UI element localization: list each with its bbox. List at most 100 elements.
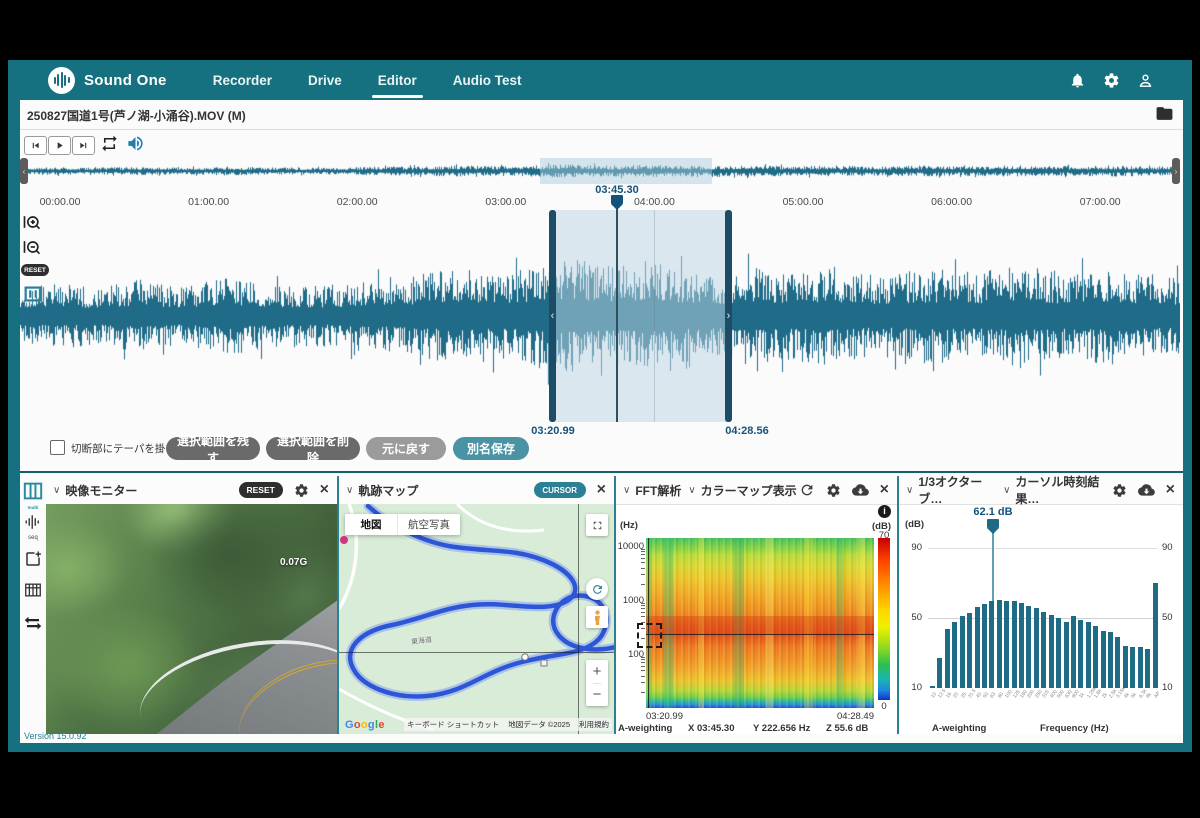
speaker-volume-icon[interactable] xyxy=(126,134,145,158)
zoom-to-selection-icon[interactable] xyxy=(22,283,44,310)
map-close-icon[interactable]: × xyxy=(597,481,606,499)
selection-left-handle[interactable]: ‹ xyxy=(549,210,556,422)
playhead-marker[interactable] xyxy=(611,195,623,210)
map-terms-link[interactable]: 利用規約 xyxy=(579,719,609,730)
overview-right-handle[interactable]: › xyxy=(1172,158,1180,184)
settings-gear-icon[interactable] xyxy=(1103,72,1120,89)
ruler-tick: 05:00.00 xyxy=(773,196,833,208)
octave-close-icon[interactable]: × xyxy=(1166,481,1175,499)
save-as-button[interactable]: 別名保存 xyxy=(453,437,529,460)
map-cursor-mode-badge[interactable]: CURSOR xyxy=(534,482,586,498)
octave-bar xyxy=(952,622,957,688)
fft-auto-refresh-icon[interactable] xyxy=(799,482,815,498)
open-folder-icon[interactable] xyxy=(1154,104,1175,128)
octave-download-cloud-icon[interactable] xyxy=(1138,483,1155,497)
octave-panel-header: ∨ 1/3オクターブ… ∨ カーソル時刻結果… × xyxy=(899,476,1183,505)
keep-selection-button[interactable]: 選択範囲を残す xyxy=(166,437,260,460)
map-zoom-out-button[interactable]: − xyxy=(593,683,602,707)
sidebar-item-swap-panels[interactable] xyxy=(20,614,46,635)
fft-mode-chevron-icon[interactable]: ∨ xyxy=(688,485,695,496)
user-account-icon[interactable] xyxy=(1137,72,1154,89)
info-icon[interactable]: i xyxy=(878,505,891,518)
map-pegman-icon[interactable] xyxy=(586,606,608,628)
map-type-control: 地図 航空写真 xyxy=(345,514,460,535)
octave-bar xyxy=(1012,601,1017,688)
octave-bar xyxy=(989,601,994,689)
octave-bar xyxy=(982,604,987,688)
fft-ytick-1000: 1000 xyxy=(612,595,644,606)
map-recenter-button[interactable] xyxy=(586,578,608,600)
fft-download-cloud-icon[interactable] xyxy=(852,483,869,497)
selection-end-label: 04:28.56 xyxy=(725,425,768,437)
fft-settings-gear-icon[interactable] xyxy=(826,483,841,498)
fft-minor-tick xyxy=(641,612,645,613)
zoom-in-horizontal-icon[interactable] xyxy=(22,212,42,237)
map-cursor-hline xyxy=(339,652,614,653)
dock-divider xyxy=(20,471,1183,473)
fft-minor-tick xyxy=(641,616,645,617)
video-settings-gear-icon[interactable] xyxy=(294,483,309,498)
zoom-reset-button[interactable]: RESET xyxy=(21,264,49,276)
video-collapse-chevron-icon[interactable]: ∨ xyxy=(53,485,60,496)
selection-right-handle[interactable]: › xyxy=(725,210,732,422)
octave-bar xyxy=(1138,647,1143,688)
skip-to-end-button[interactable] xyxy=(72,136,95,155)
fft-minor-tick xyxy=(641,603,645,604)
octave-bar-chart[interactable] xyxy=(928,548,1158,688)
octave-cursor-marker[interactable] xyxy=(987,519,999,534)
map-collapse-chevron-icon[interactable]: ∨ xyxy=(346,485,353,496)
octave-ytick-10-left: 10 xyxy=(904,682,922,693)
skip-to-start-button[interactable] xyxy=(24,136,47,155)
fft-minor-tick xyxy=(641,659,645,660)
map-panel-header: ∨ 軌跡マップ CURSOR × xyxy=(339,476,614,505)
delete-selection-button[interactable]: 選択範囲を削除 xyxy=(266,437,360,460)
nav-editor[interactable]: Editor xyxy=(378,60,417,100)
zoom-out-horizontal-icon[interactable] xyxy=(22,237,42,262)
map-shortcuts-link[interactable]: キーボード ショートカット xyxy=(407,719,499,730)
sidebar-item-sequence[interactable]: seq xyxy=(20,514,46,541)
spectrogram-plot[interactable] xyxy=(646,538,874,708)
fft-collapse-chevron-icon[interactable]: ∨ xyxy=(623,485,630,496)
navbar-icons xyxy=(1069,72,1154,89)
file-title-row: 250827国道1号(芦ノ湖-小涌谷).MOV (M) xyxy=(20,100,1183,130)
main-nav: Recorder Drive Editor Audio Test xyxy=(213,60,522,100)
sidebar-item-multi-view[interactable]: multi xyxy=(20,482,46,510)
octave-ytick-50-right: 50 xyxy=(1162,612,1180,623)
nav-audio-test[interactable]: Audio Test xyxy=(453,60,522,100)
octave-collapse-chevron-icon[interactable]: ∨ xyxy=(906,485,913,496)
play-button[interactable] xyxy=(48,136,71,155)
map-zoom-in-button[interactable]: + xyxy=(593,660,602,683)
map-route-svg xyxy=(339,504,614,734)
selection-start-label: 03:20.99 xyxy=(531,425,574,437)
map-canvas[interactable]: 東海道 地図 航空写真 + − Google xyxy=(339,504,614,734)
sidebar-item-add-panel[interactable] xyxy=(20,550,46,573)
fft-cursor-x: X 03:45.30 xyxy=(688,723,734,734)
map-fullscreen-button[interactable] xyxy=(586,514,608,536)
spectrogram-cursor-bracket[interactable] xyxy=(637,623,662,648)
video-reset-button[interactable]: RESET xyxy=(239,482,283,498)
octave-mode-chevron-icon[interactable]: ∨ xyxy=(1003,485,1010,496)
octave-bar xyxy=(1004,601,1009,689)
undo-button[interactable]: 元に戻す xyxy=(366,437,446,460)
octave-bar xyxy=(1115,637,1120,688)
dashcam-video-frame[interactable]: 40 km/h 0.07G xyxy=(46,504,337,734)
nav-drive[interactable]: Drive xyxy=(308,60,342,100)
video-close-icon[interactable]: × xyxy=(320,481,329,499)
octave-settings-gear-icon[interactable] xyxy=(1112,483,1127,498)
fft-minor-tick xyxy=(641,608,645,609)
selection-region[interactable] xyxy=(553,210,728,422)
map-type-satellite-button[interactable]: 航空写真 xyxy=(397,514,460,535)
map-type-map-button[interactable]: 地図 xyxy=(345,514,397,535)
fft-minor-tick xyxy=(641,574,645,575)
octave-bar xyxy=(1034,608,1039,688)
overview-left-handle[interactable]: ‹ xyxy=(20,158,28,184)
notifications-bell-icon[interactable] xyxy=(1069,72,1086,89)
map-panel-title: 軌跡マップ xyxy=(358,482,418,499)
editor-content: 250827国道1号(芦ノ湖-小涌谷).MOV (M) ‹ › 03:45.30… xyxy=(20,100,1183,743)
ruler-tick: 07:00.00 xyxy=(1070,196,1130,208)
loop-icon[interactable] xyxy=(100,134,119,158)
nav-recorder[interactable]: Recorder xyxy=(213,60,272,100)
fft-close-icon[interactable]: × xyxy=(880,481,889,499)
sidebar-item-grid-view[interactable] xyxy=(20,582,46,603)
taper-checkbox[interactable] xyxy=(50,440,65,455)
